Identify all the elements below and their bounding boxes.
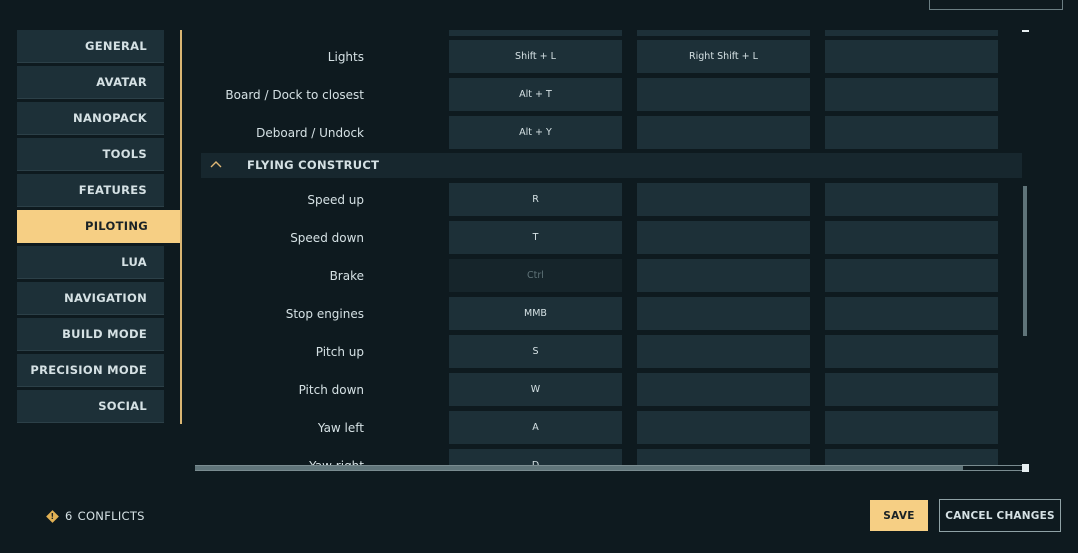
chevron-up-icon[interactable]: [210, 157, 222, 171]
binding-row-speed-down: Speed down T: [201, 221, 1022, 255]
binding-slot-tertiary[interactable]: [825, 449, 998, 465]
binding-slot-tertiary[interactable]: [825, 297, 998, 330]
binding-row-deboard-undock: Deboard / Undock Alt + Y: [201, 116, 1022, 150]
sidebar-item-general[interactable]: GENERAL: [17, 30, 164, 63]
binding-slot-secondary[interactable]: [637, 335, 810, 368]
sidebar-item-social[interactable]: SOCIAL: [17, 390, 164, 423]
binding-slot-secondary[interactable]: [637, 116, 810, 149]
action-label: Yaw right: [309, 449, 364, 465]
binding-slot-secondary[interactable]: [637, 297, 810, 330]
sidebar-item-navigation[interactable]: NAVIGATION: [17, 282, 164, 315]
action-label: Yaw left: [317, 421, 364, 435]
binding-slot-tertiary[interactable]: [825, 221, 998, 254]
sidebar-item-avatar[interactable]: AVATAR: [17, 66, 164, 99]
sidebar-item-lua[interactable]: LUA: [17, 246, 164, 279]
sidebar-item-build-mode[interactable]: BUILD MODE: [17, 318, 164, 351]
binding-row-brake: Brake Ctrl: [201, 259, 1022, 293]
binding-slot-tertiary[interactable]: [825, 40, 998, 73]
section-header-flying-construct[interactable]: FLYING CONSTRUCT: [201, 153, 1022, 178]
binding-row-yaw-right: Yaw right D: [201, 449, 1022, 465]
binding-row-board-dock: Board / Dock to closest Alt + T: [201, 78, 1022, 112]
binding-slot-secondary[interactable]: [637, 78, 810, 111]
conflict-label: CONFLICTS: [77, 509, 145, 523]
action-label: Deboard / Undock: [256, 126, 364, 140]
binding-row-yaw-left: Yaw left A: [201, 411, 1022, 445]
action-label: Brake: [329, 269, 364, 283]
binding-slot-primary[interactable]: MMB: [449, 297, 622, 330]
binding-slot-secondary[interactable]: [637, 30, 810, 36]
binding-slot-tertiary[interactable]: [825, 183, 998, 216]
binding-slot-tertiary[interactable]: [825, 116, 998, 149]
binding-slot-secondary[interactable]: [637, 221, 810, 254]
binding-slot-tertiary[interactable]: [825, 78, 998, 111]
sidebar-item-features[interactable]: FEATURES: [17, 174, 164, 207]
binding-slot-tertiary[interactable]: [825, 373, 998, 406]
binding-slot-secondary[interactable]: [637, 449, 810, 465]
keybinding-list: Lights Shift + L Right Shift + L Board /…: [201, 30, 1022, 465]
sidebar-divider: [180, 30, 182, 424]
action-label: Pitch down: [298, 383, 364, 397]
binding-slot-tertiary[interactable]: [825, 411, 998, 444]
binding-row-pitch-up: Pitch up S: [201, 335, 1022, 369]
action-label: Pitch up: [315, 345, 364, 359]
binding-slot-primary: Ctrl: [449, 259, 622, 292]
binding-slot-primary[interactable]: Alt + T: [449, 78, 622, 111]
vertical-scrollbar-thumb[interactable]: [1023, 186, 1027, 336]
binding-slot-primary[interactable]: [449, 30, 622, 36]
sidebar-item-piloting[interactable]: PILOTING: [17, 210, 182, 243]
binding-slot-primary[interactable]: A: [449, 411, 622, 444]
binding-row-lights: Lights Shift + L Right Shift + L: [201, 40, 1022, 74]
binding-slot-secondary[interactable]: Right Shift + L: [637, 40, 810, 73]
action-label: Stop engines: [285, 307, 364, 321]
sidebar-item-tools[interactable]: TOOLS: [17, 138, 164, 171]
action-label: Speed up: [307, 193, 364, 207]
binding-slot-primary[interactable]: D: [449, 449, 622, 465]
binding-row-stop-engines: Stop engines MMB: [201, 297, 1022, 331]
section-title: FLYING CONSTRUCT: [247, 158, 380, 172]
binding-slot-tertiary[interactable]: [825, 259, 998, 292]
cancel-changes-button[interactable]: CANCEL CHANGES: [939, 499, 1061, 532]
save-button[interactable]: SAVE: [870, 500, 928, 531]
action-label: Board / Dock to closest: [225, 88, 364, 102]
sidebar-item-precision-mode[interactable]: PRECISION MODE: [17, 354, 164, 387]
binding-slot-primary[interactable]: S: [449, 335, 622, 368]
conflict-count: 6: [65, 509, 73, 523]
vertical-scrollbar-cap: [1022, 30, 1029, 32]
horizontal-scrollbar-thumb[interactable]: [195, 466, 963, 470]
binding-slot-secondary[interactable]: [637, 373, 810, 406]
binding-row-speed-up: Speed up R: [201, 183, 1022, 217]
action-label: Lights: [327, 50, 364, 64]
binding-slot-tertiary[interactable]: [825, 30, 998, 36]
binding-slot-tertiary[interactable]: [825, 335, 998, 368]
binding-slot-secondary[interactable]: [637, 259, 810, 292]
scrollbar-corner: [1022, 464, 1029, 472]
top-corner-frame: [929, 0, 1063, 10]
binding-slot-primary[interactable]: Alt + Y: [449, 116, 622, 149]
binding-slot-primary[interactable]: W: [449, 373, 622, 406]
binding-slot-secondary[interactable]: [637, 411, 810, 444]
binding-row-pitch-down: Pitch down W: [201, 373, 1022, 407]
action-label: Speed down: [290, 231, 364, 245]
binding-slot-primary[interactable]: T: [449, 221, 622, 254]
sidebar-item-nanopack[interactable]: NANOPACK: [17, 102, 164, 135]
warning-icon: !: [46, 509, 59, 523]
binding-slot-primary[interactable]: Shift + L: [449, 40, 622, 73]
binding-slot-secondary[interactable]: [637, 183, 810, 216]
binding-slot-primary[interactable]: R: [449, 183, 622, 216]
conflicts-indicator[interactable]: ! 6 CONFLICTS: [46, 508, 145, 524]
